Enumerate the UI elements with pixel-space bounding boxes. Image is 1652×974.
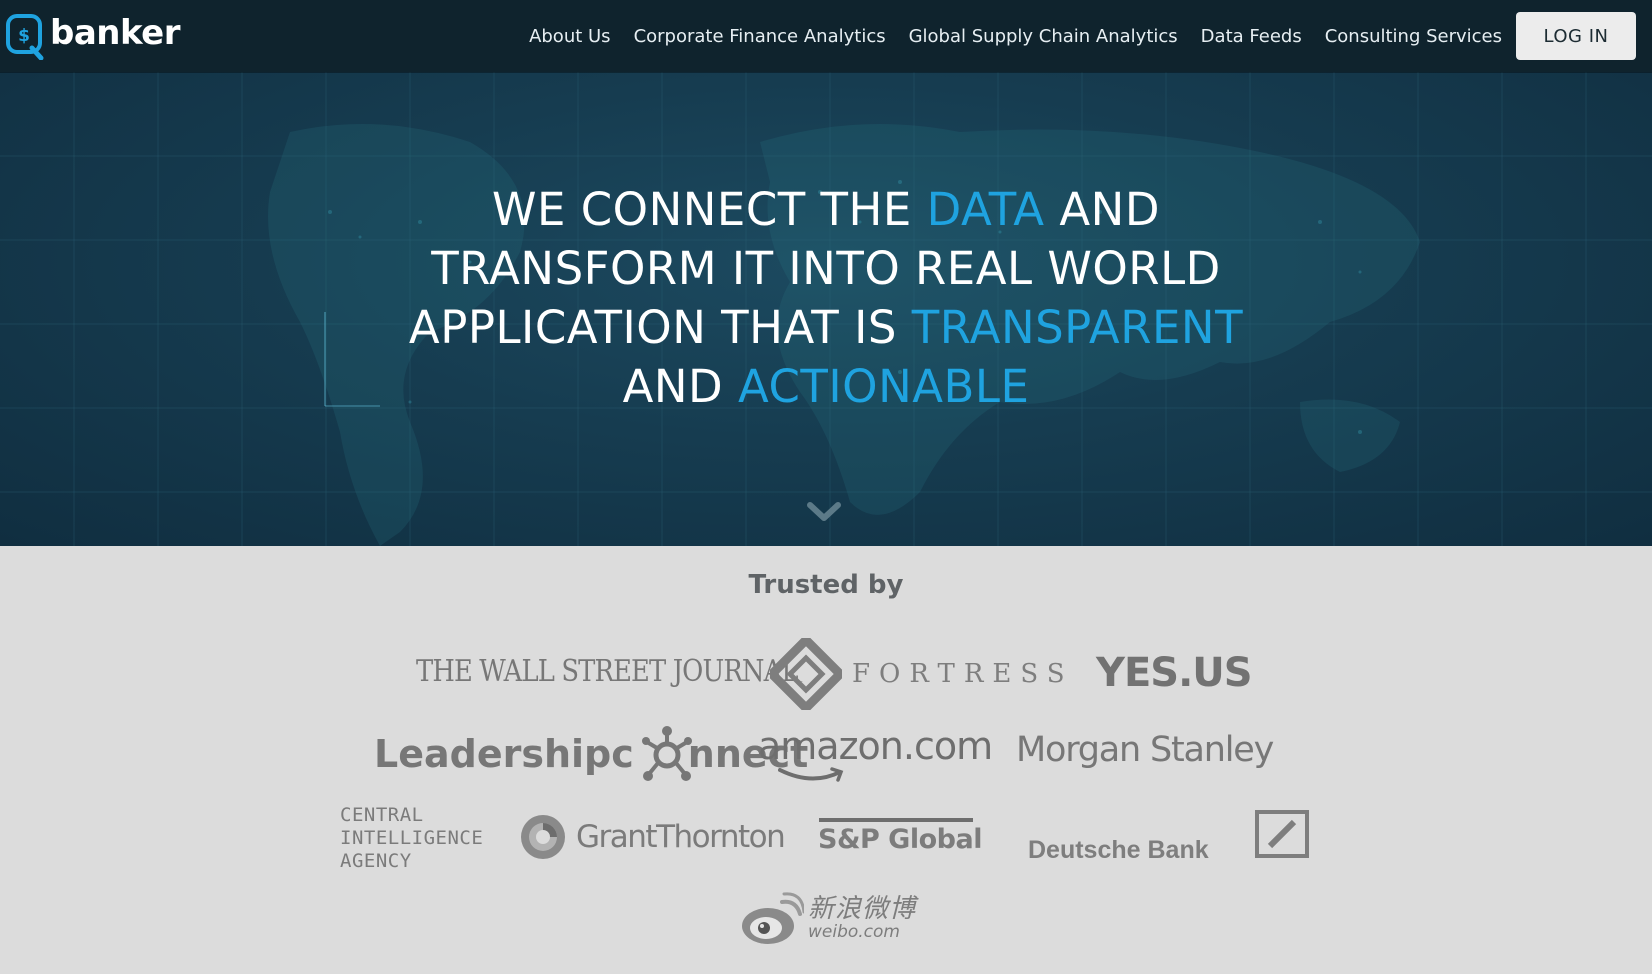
grant-thornton-text: GrantThornton [576,819,786,855]
headline-line-3: APPLICATION THAT IS TRANSPARENT [326,298,1326,357]
nav-links: About Us Corporate Finance Analytics Glo… [529,0,1652,72]
trusted-by-section: Trusted by THE WALL STREET JOURNAL. FORT… [0,546,1652,974]
brand-logo[interactable]: $ banker [6,10,181,60]
headline-line-2: TRANSFORM IT INTO REAL WORLD [431,242,1221,295]
headline-highlight-data: DATA [926,183,1045,236]
headline-text: AND [1044,183,1160,236]
fortress-logo: FORTRESS [770,638,1074,710]
deutsche-bank-slash-icon [1255,810,1309,858]
nav-data-feeds[interactable]: Data Feeds [1201,26,1302,47]
leadership-connect-logo: Leadership c nnect [374,726,808,782]
amazon-smile-icon [778,767,844,782]
logo-dollar-sign: $ [18,26,30,46]
fortress-name: FORTRESS [852,659,1074,689]
morgan-stanley-logo: Morgan Stanley [1016,730,1274,770]
fortress-diamond-icon [770,638,842,710]
hero-headline: WE CONNECT THE DATA AND TRANSFORM IT INT… [326,180,1326,416]
network-hub-icon [641,726,692,781]
nav-about-us[interactable]: About Us [529,26,611,47]
headline-line-4: AND ACTIONABLE [326,357,1326,416]
cia-logo: CENTRAL INTELLIGENCE AGENCY [340,804,483,873]
yesus-logo: YES.US [1096,650,1253,696]
headline-text: AND [622,360,738,413]
headline-text: APPLICATION THAT IS [408,301,912,354]
nav-corporate-finance-analytics[interactable]: Corporate Finance Analytics [634,26,886,47]
brand-name: banker [50,13,181,53]
headline-text: WE CONNECT THE [492,183,927,236]
leadership-text: Leadership [374,732,612,776]
sp-global-bar [819,818,973,822]
nav-consulting-services[interactable]: Consulting Services [1325,26,1502,47]
login-button[interactable]: LOG IN [1516,12,1636,60]
weibo-domain: weibo.com [808,921,900,942]
headline-highlight-transparent: TRANSPARENT [911,301,1244,354]
weibo-text: 新浪微博 weibo.com [808,896,916,941]
weibo-eye-icon [742,892,804,944]
leadership-c: c [611,732,634,776]
trusted-by-title: Trusted by [748,570,904,600]
cia-line-2: INTELLIGENCE [340,827,484,849]
weibo-logo: 新浪微博 weibo.com [740,890,916,946]
headline-line-1: WE CONNECT THE DATA AND [326,180,1326,239]
weibo-chinese-name: 新浪微博 [808,893,917,924]
nav-global-supply-chain-analytics[interactable]: Global Supply Chain Analytics [909,26,1178,47]
grant-thornton-logo: GrantThornton [520,814,786,860]
deutsche-bank-logo: Deutsche Bank [1028,836,1209,864]
headline-highlight-actionable: ACTIONABLE [737,360,1030,413]
amazon-text: amazon.com [758,724,993,768]
cia-line-3: AGENCY [340,850,412,872]
sp-global-text: S&P Global [818,824,982,855]
search-dollar-icon: $ [6,14,44,60]
grant-thornton-icon [521,815,565,859]
chevron-down-icon[interactable] [806,500,842,524]
cia-line-1: CENTRAL [340,804,424,826]
hero-section: WE CONNECT THE DATA AND TRANSFORM IT INT… [0,72,1652,546]
amazon-logo: amazon.com [758,724,993,782]
wsj-logo: THE WALL STREET JOURNAL. [416,654,806,689]
top-navbar: $ banker About Us Corporate Finance Anal… [0,0,1652,72]
